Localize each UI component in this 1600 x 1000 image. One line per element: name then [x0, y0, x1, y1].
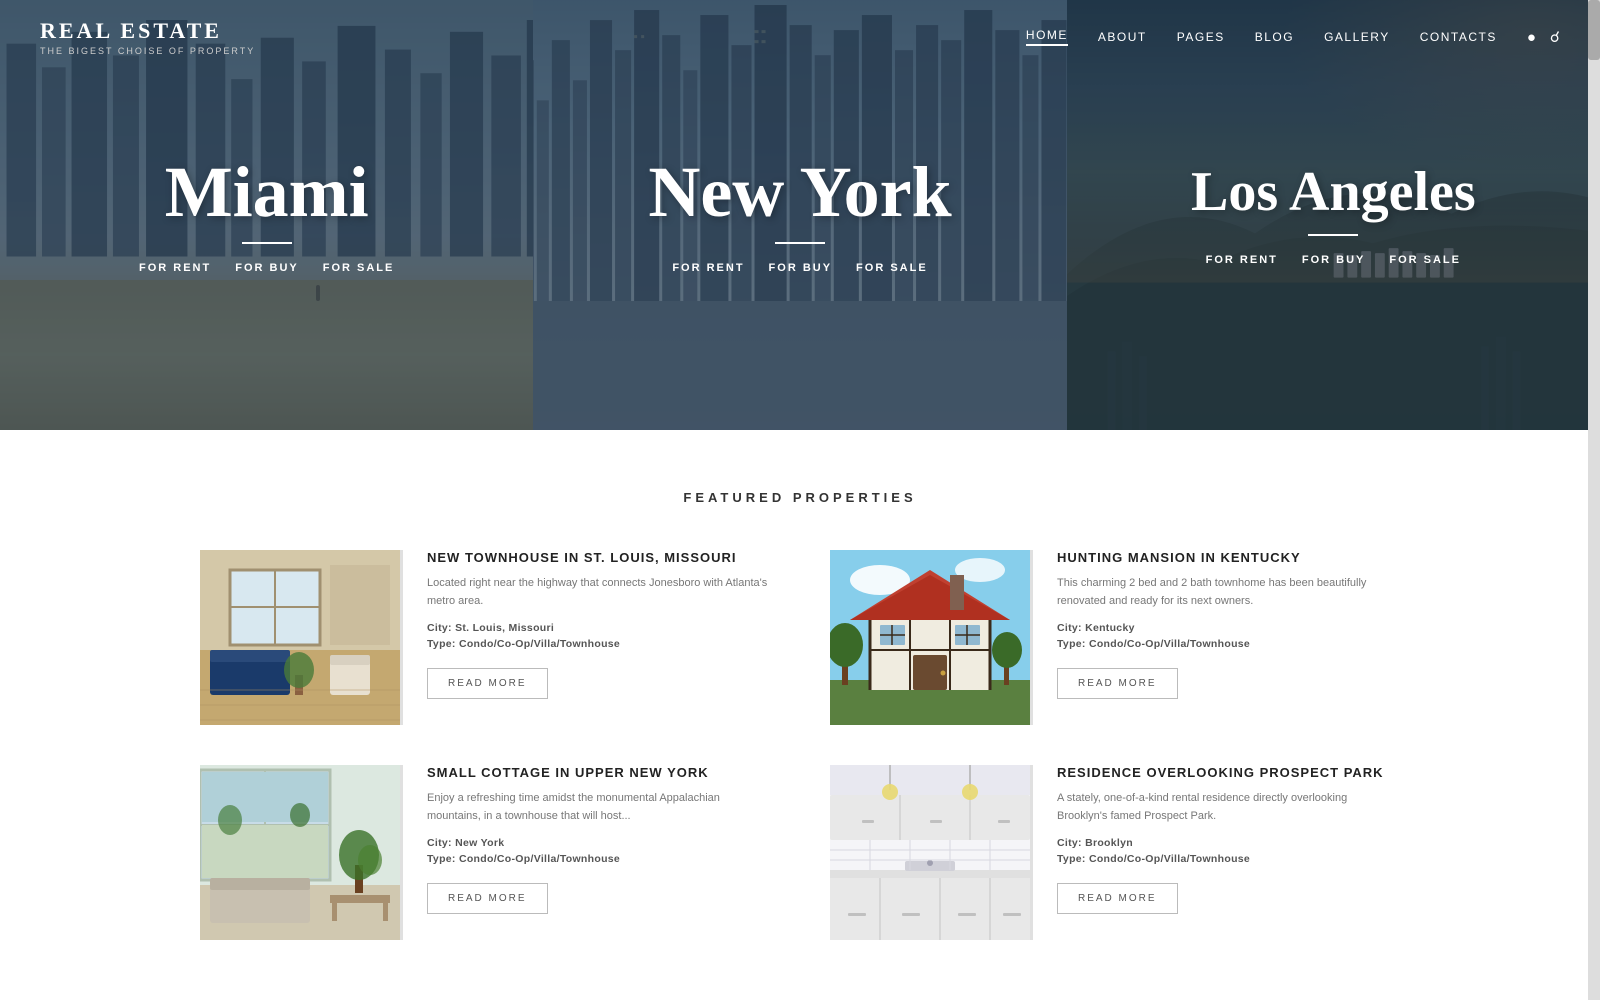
nav-blog[interactable]: BLOG [1255, 30, 1294, 44]
property-info-1: NEW TOWNHOUSE IN ST. LOUIS, MISSOURI Loc… [400, 550, 770, 725]
property-desc-4: A stately, one-of-a-kind rental residenc… [1057, 790, 1400, 825]
property-card-3: SMALL COTTAGE IN UPPER NEW YORK Enjoy a … [200, 765, 770, 940]
miami-links: FOR RENT FOR BUY FOR SALE [139, 262, 394, 274]
miami-city-name: Miami [139, 156, 394, 228]
losangeles-links: FOR RENT FOR BUY FOR SALE [1191, 254, 1476, 266]
newyork-links: FOR RENT FOR BUY FOR SALE [648, 262, 951, 274]
property-desc-2: This charming 2 bed and 2 bath townhome … [1057, 575, 1400, 610]
property-city-1: City: St. Louis, Missouri [427, 622, 770, 634]
newyork-city-name: New York [648, 156, 951, 228]
featured-section: FEATURED PROPERTIES [0, 430, 1600, 1000]
property-card-2: HUNTING MANSION IN KENTUCKY This charmin… [830, 550, 1400, 725]
miami-for-sale[interactable]: FOR SALE [323, 262, 395, 274]
property-desc-1: Located right near the highway that conn… [427, 575, 770, 610]
logo-subtitle: THE BIGEST CHOISE OF PROPERTY [40, 46, 255, 56]
property-title-4: RESIDENCE OVERLOOKING PROSPECT PARK [1057, 765, 1400, 780]
property-info-2: HUNTING MANSION IN KENTUCKY This charmin… [1030, 550, 1400, 725]
miami-for-rent[interactable]: FOR RENT [139, 262, 211, 274]
read-more-btn-3[interactable]: READ MORE [427, 883, 548, 914]
read-more-btn-1[interactable]: READ MORE [427, 668, 548, 699]
property-image-4 [830, 765, 1030, 940]
property-type-4: Type: Condo/Co-Op/Villa/Townhouse [1057, 853, 1400, 865]
nav: HOME ABOUT PAGES BLOG GALLERY CONTACTS ●… [1026, 28, 1560, 46]
nav-pages[interactable]: PAGES [1177, 30, 1225, 44]
miami-divider [242, 242, 292, 244]
property-city-2: City: Kentucky [1057, 622, 1400, 634]
nav-about[interactable]: ABOUT [1098, 30, 1147, 44]
property-title-1: NEW TOWNHOUSE IN ST. LOUIS, MISSOURI [427, 550, 770, 565]
miami-content: Miami FOR RENT FOR BUY FOR SALE [139, 156, 394, 274]
property-city-4: City: Brooklyn [1057, 837, 1400, 849]
newyork-for-sale[interactable]: FOR SALE [856, 262, 928, 274]
losangeles-content: Los Angeles FOR RENT FOR BUY FOR SALE [1191, 164, 1476, 266]
section-title: FEATURED PROPERTIES [200, 490, 1400, 505]
logo-title: REAL ESTATE [40, 18, 255, 44]
property-title-2: HUNTING MANSION IN KENTUCKY [1057, 550, 1400, 565]
losangeles-for-rent[interactable]: FOR RENT [1206, 254, 1278, 266]
newyork-content: New York FOR RENT FOR BUY FOR SALE [648, 156, 951, 274]
read-more-btn-4[interactable]: READ MORE [1057, 883, 1178, 914]
scrollbar[interactable] [1588, 0, 1600, 1000]
newyork-for-rent[interactable]: FOR RENT [672, 262, 744, 274]
property-type-1: Type: Condo/Co-Op/Villa/Townhouse [427, 638, 770, 650]
property-info-4: RESIDENCE OVERLOOKING PROSPECT PARK A st… [1030, 765, 1400, 940]
property-type-3: Type: Condo/Co-Op/Villa/Townhouse [427, 853, 770, 865]
property-image-3 [200, 765, 400, 940]
user-icon[interactable]: ● [1527, 29, 1536, 46]
property-card-4: RESIDENCE OVERLOOKING PROSPECT PARK A st… [830, 765, 1400, 940]
property-image-2 [830, 550, 1030, 725]
losangeles-for-buy[interactable]: FOR BUY [1302, 254, 1366, 266]
read-more-btn-2[interactable]: READ MORE [1057, 668, 1178, 699]
nav-home[interactable]: HOME [1026, 28, 1068, 46]
newyork-divider [775, 242, 825, 244]
nav-contacts[interactable]: CONTACTS [1420, 30, 1497, 44]
nav-icons: ● ☌ [1527, 28, 1560, 46]
miami-for-buy[interactable]: FOR BUY [235, 262, 299, 274]
properties-grid: NEW TOWNHOUSE IN ST. LOUIS, MISSOURI Loc… [200, 550, 1400, 940]
nav-gallery[interactable]: GALLERY [1324, 30, 1390, 44]
losangeles-city-name: Los Angeles [1191, 164, 1476, 220]
property-title-3: SMALL COTTAGE IN UPPER NEW YORK [427, 765, 770, 780]
losangeles-for-sale[interactable]: FOR SALE [1389, 254, 1461, 266]
search-icon[interactable]: ☌ [1550, 28, 1560, 46]
logo: REAL ESTATE THE BIGEST CHOISE OF PROPERT… [40, 18, 255, 56]
property-desc-3: Enjoy a refreshing time amidst the monum… [427, 790, 770, 825]
property-image-1 [200, 550, 400, 725]
header: REAL ESTATE THE BIGEST CHOISE OF PROPERT… [0, 0, 1600, 74]
losangeles-divider [1308, 234, 1358, 236]
property-card-1: NEW TOWNHOUSE IN ST. LOUIS, MISSOURI Loc… [200, 550, 770, 725]
property-type-2: Type: Condo/Co-Op/Villa/Townhouse [1057, 638, 1400, 650]
newyork-for-buy[interactable]: FOR BUY [769, 262, 833, 274]
property-info-3: SMALL COTTAGE IN UPPER NEW YORK Enjoy a … [400, 765, 770, 940]
property-city-3: City: New York [427, 837, 770, 849]
